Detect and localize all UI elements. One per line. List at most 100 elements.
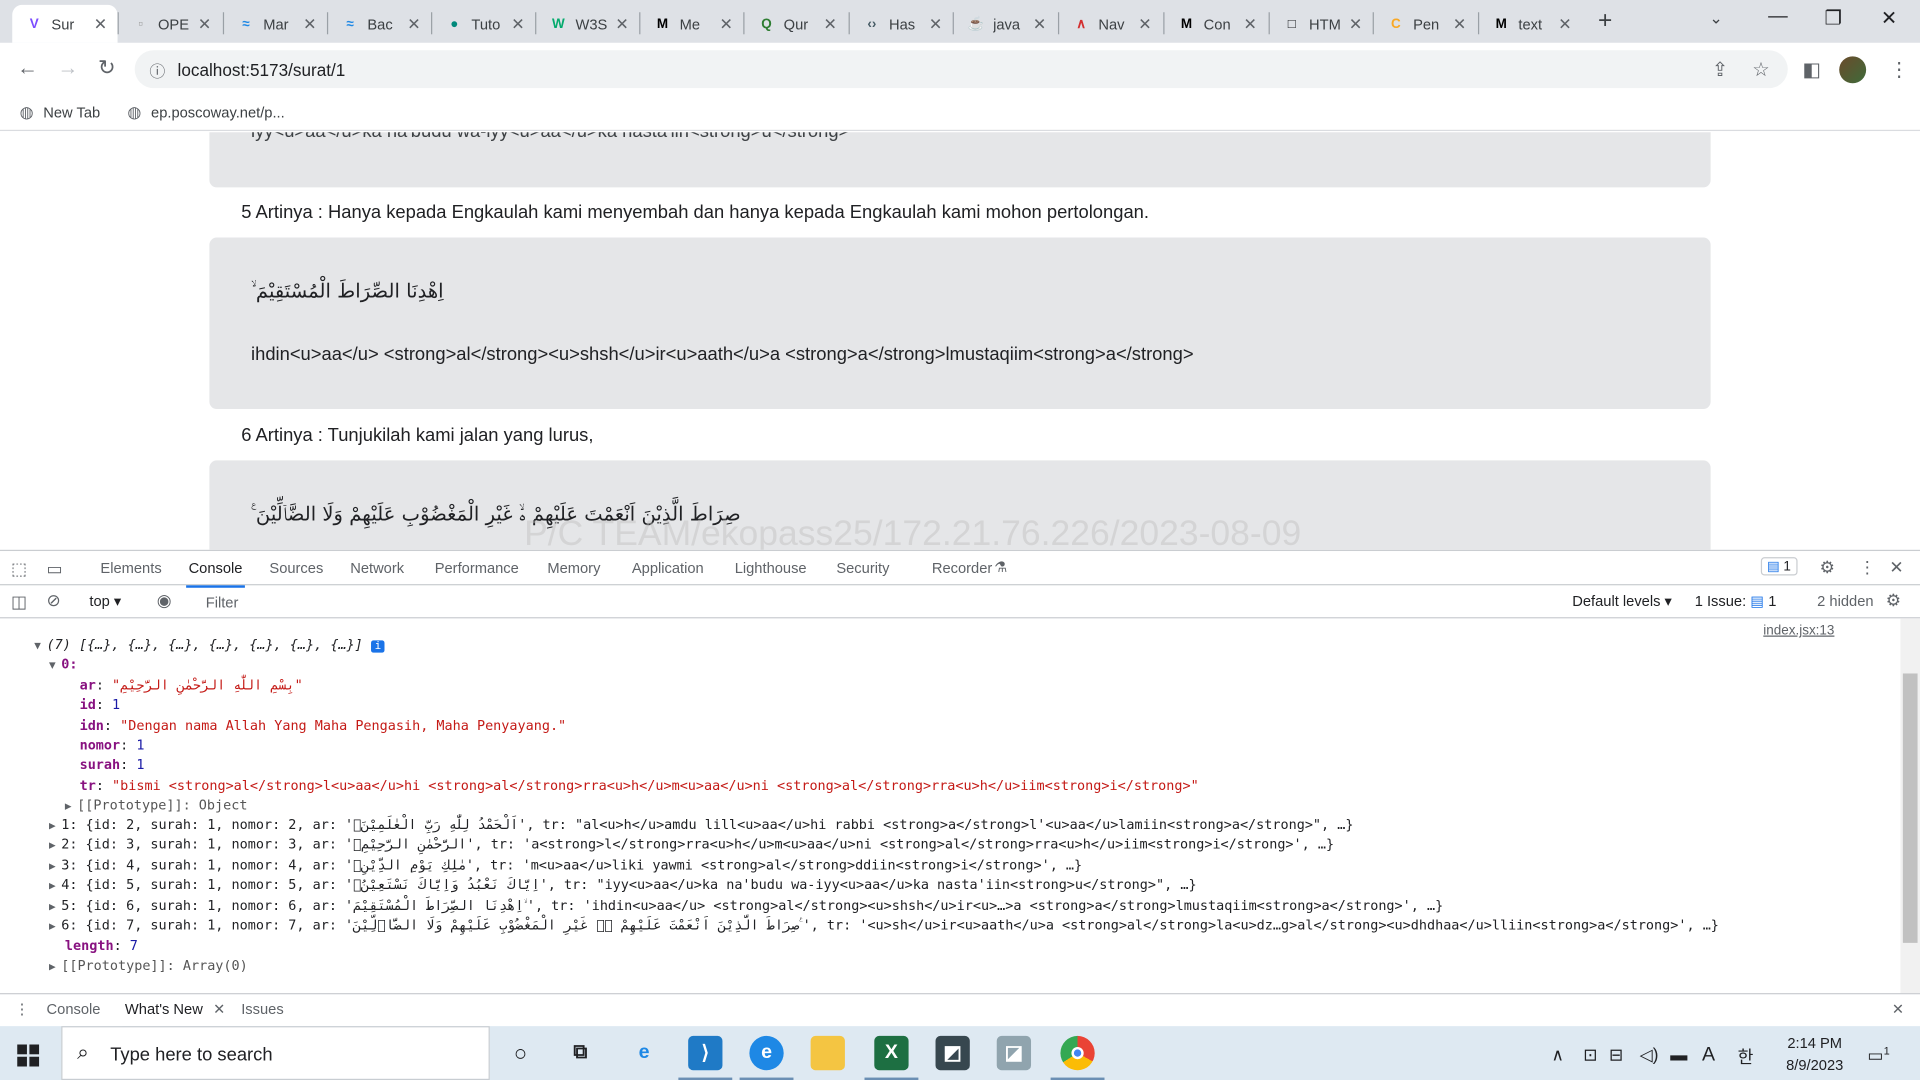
restore-icon[interactable]: ❐ bbox=[1825, 6, 1843, 30]
tray-app-icon[interactable]: ⊡ bbox=[1583, 1044, 1597, 1065]
forward-icon[interactable]: → bbox=[58, 56, 79, 80]
expand-triangle-icon[interactable]: ▶ bbox=[49, 958, 61, 978]
site-info-icon[interactable]: ⓘ bbox=[149, 59, 165, 82]
internet-explorer-icon[interactable]: e bbox=[627, 1036, 661, 1070]
clear-console-icon[interactable]: ⊘ bbox=[47, 590, 61, 611]
bookmark-star-icon[interactable]: ☆ bbox=[1752, 58, 1770, 82]
tab-application[interactable]: Application bbox=[632, 560, 704, 577]
close-tab-icon[interactable]: ✕ bbox=[1346, 14, 1366, 34]
close-tab-icon[interactable]: ✕ bbox=[404, 14, 424, 34]
tab-5[interactable]: W W3S ✕ bbox=[536, 5, 639, 43]
tab-10[interactable]: ∧ Nav ✕ bbox=[1059, 5, 1162, 43]
drawer-tab-whats-new[interactable]: What's New bbox=[122, 1000, 222, 1029]
tab-lighthouse[interactable]: Lighthouse bbox=[735, 560, 807, 577]
close-tab-icon[interactable]: ✕ bbox=[195, 14, 215, 34]
taskbar-clock[interactable]: 2:14 PM 8/9/2023 bbox=[1778, 1032, 1851, 1076]
side-panel-icon[interactable]: ◧ bbox=[1802, 58, 1821, 82]
network-icon[interactable]: ⊟ bbox=[1609, 1044, 1623, 1065]
file-explorer-icon[interactable] bbox=[810, 1035, 845, 1071]
close-tab-icon[interactable]: ✕ bbox=[612, 14, 632, 34]
console-settings-icon[interactable]: ⚙ bbox=[1886, 590, 1901, 611]
filter-input[interactable]: Filter bbox=[197, 590, 1559, 613]
array-item-row[interactable]: ▶ 4: {id: 5, surah: 1, nomor: 5, ar: 'اِي… bbox=[49, 876, 1197, 897]
tab-13[interactable]: C Pen ✕ bbox=[1374, 5, 1477, 43]
expand-triangle-icon[interactable]: ▶ bbox=[49, 817, 61, 837]
input-language[interactable]: A bbox=[1702, 1044, 1715, 1066]
close-tab-icon[interactable]: ✕ bbox=[1240, 14, 1260, 34]
messages-badge[interactable]: ▤ 1 bbox=[1760, 557, 1798, 576]
close-tab-icon[interactable]: ✕ bbox=[716, 14, 736, 34]
address-bar[interactable]: ⓘ localhost:5173/surat/1 bbox=[134, 50, 1788, 89]
bookmark-poscoway[interactable]: ◍ ep.poscoway.net/p... bbox=[127, 103, 284, 123]
tab-security[interactable]: Security bbox=[836, 560, 889, 577]
minimize-icon[interactable]: — bbox=[1768, 6, 1788, 28]
tab-7[interactable]: Q Qur ✕ bbox=[744, 5, 847, 43]
profile-avatar[interactable] bbox=[1839, 56, 1867, 84]
url-text[interactable]: localhost:5173/surat/1 bbox=[178, 60, 346, 80]
tab-1[interactable]: ▫ OPE ✕ bbox=[119, 5, 222, 43]
sidebar-toggle-icon[interactable]: ◫ bbox=[11, 591, 27, 612]
close-drawer-icon[interactable]: ✕ bbox=[1892, 1000, 1904, 1017]
app-icon-2[interactable]: ◪ bbox=[996, 1035, 1032, 1071]
array-item-row[interactable]: ▶ 5: {id: 6, surah: 1, nomor: 6, ar: 'اِه… bbox=[49, 896, 1443, 917]
scrollbar-thumb[interactable] bbox=[1902, 673, 1918, 943]
ime-icon[interactable]: 한 bbox=[1738, 1044, 1754, 1068]
info-icon[interactable]: i bbox=[370, 640, 385, 653]
volume-icon[interactable]: ◁) bbox=[1640, 1044, 1659, 1065]
app-icon[interactable]: ◩ bbox=[935, 1035, 970, 1071]
tab-3[interactable]: ≈ Bac ✕ bbox=[328, 5, 431, 43]
expand-triangle-icon[interactable]: ▶ bbox=[49, 857, 61, 877]
console-scrollbar[interactable] bbox=[1900, 618, 1920, 994]
devtools-menu-icon[interactable]: ⋮ bbox=[1859, 557, 1876, 578]
close-tab-icon[interactable]: ✕ bbox=[1450, 14, 1470, 34]
expand-triangle-icon[interactable]: ▶ bbox=[65, 797, 77, 817]
tab-console[interactable]: Console bbox=[186, 560, 245, 588]
tab-12[interactable]: □ HTM ✕ bbox=[1270, 5, 1373, 43]
close-tab-icon[interactable]: ✕ bbox=[508, 14, 528, 34]
tab-memory[interactable]: Memory bbox=[547, 560, 600, 577]
issues-button[interactable]: 1 Issue: ▤ 1 bbox=[1695, 593, 1777, 610]
array-item-row[interactable]: ▶ 3: {id: 4, surah: 1, nomor: 4, ar: 'مٰل… bbox=[49, 856, 1082, 877]
expand-triangle-icon[interactable]: ▶ bbox=[49, 917, 61, 937]
new-tab-button[interactable]: + bbox=[1598, 7, 1612, 35]
tab-8[interactable]: ‹› Has ✕ bbox=[850, 5, 953, 43]
close-tab-icon[interactable]: ✕ bbox=[1030, 14, 1050, 34]
menu-kebab-icon[interactable]: ⋮ bbox=[1889, 58, 1909, 82]
battery-icon[interactable]: ▬ bbox=[1670, 1044, 1687, 1064]
excel-icon[interactable]: X bbox=[864, 1035, 919, 1080]
expand-triangle-icon[interactable]: ▶ bbox=[49, 877, 61, 897]
close-window-icon[interactable]: ✕ bbox=[1881, 6, 1897, 30]
tab-6[interactable]: M Me ✕ bbox=[640, 5, 743, 43]
reload-icon[interactable]: ↻ bbox=[98, 56, 115, 80]
back-icon[interactable]: ← bbox=[17, 56, 38, 80]
expand-triangle-icon[interactable]: ▼ bbox=[34, 637, 46, 657]
log-levels-select[interactable]: Default levels ▾ bbox=[1572, 593, 1672, 610]
inspect-element-icon[interactable]: ⬚ bbox=[11, 558, 27, 579]
task-view-icon[interactable]: ⧉ bbox=[563, 1036, 597, 1070]
edge-icon[interactable]: e bbox=[739, 1035, 794, 1080]
tab-11[interactable]: M Con ✕ bbox=[1164, 5, 1267, 43]
tab-elements[interactable]: Elements bbox=[100, 560, 161, 577]
array-item-row[interactable]: ▶ 6: {id: 7, surah: 1, nomor: 7, ar: 'صِر… bbox=[49, 916, 1719, 937]
tab-search-chevron-icon[interactable]: ⌄ bbox=[1709, 9, 1722, 29]
drawer-menu-icon[interactable]: ⋮ bbox=[15, 1000, 30, 1017]
close-tab-icon[interactable]: ✕ bbox=[1555, 14, 1575, 34]
item-0[interactable]: ▼ 0: bbox=[49, 655, 77, 676]
live-expression-eye-icon[interactable]: ◉ bbox=[157, 590, 172, 611]
tab-0[interactable]: V Sur ✕ bbox=[12, 4, 118, 43]
array-summary[interactable]: ▼ (7) [{…}, {…}, {…}, {…}, {…}, {…}, {…}]… bbox=[34, 636, 385, 657]
tab-network[interactable]: Network bbox=[350, 560, 404, 577]
device-toolbar-icon[interactable]: ▭ bbox=[47, 558, 63, 579]
array-item-row[interactable]: ▶ 1: {id: 2, surah: 1, nomor: 2, ar: 'اَل… bbox=[49, 816, 1353, 837]
tab-recorder[interactable]: Recorder bbox=[932, 560, 992, 577]
tab-performance[interactable]: Performance bbox=[435, 560, 519, 577]
taskbar-search[interactable]: ⌕ Type here to search bbox=[61, 1026, 490, 1080]
close-tab-icon[interactable]: ✕ bbox=[1135, 14, 1155, 34]
object-prototype[interactable]: ▶ [[Prototype]]: Object bbox=[65, 796, 248, 817]
drawer-tab-issues[interactable]: Issues bbox=[241, 1000, 283, 1017]
vscode-icon[interactable]: ⟩ bbox=[678, 1035, 733, 1080]
close-tab-icon[interactable]: ✕ bbox=[300, 14, 320, 34]
close-tab-icon[interactable]: ✕ bbox=[926, 14, 946, 34]
close-tab-icon[interactable]: ✕ bbox=[91, 14, 111, 34]
share-icon[interactable]: ⇪ bbox=[1712, 58, 1728, 82]
